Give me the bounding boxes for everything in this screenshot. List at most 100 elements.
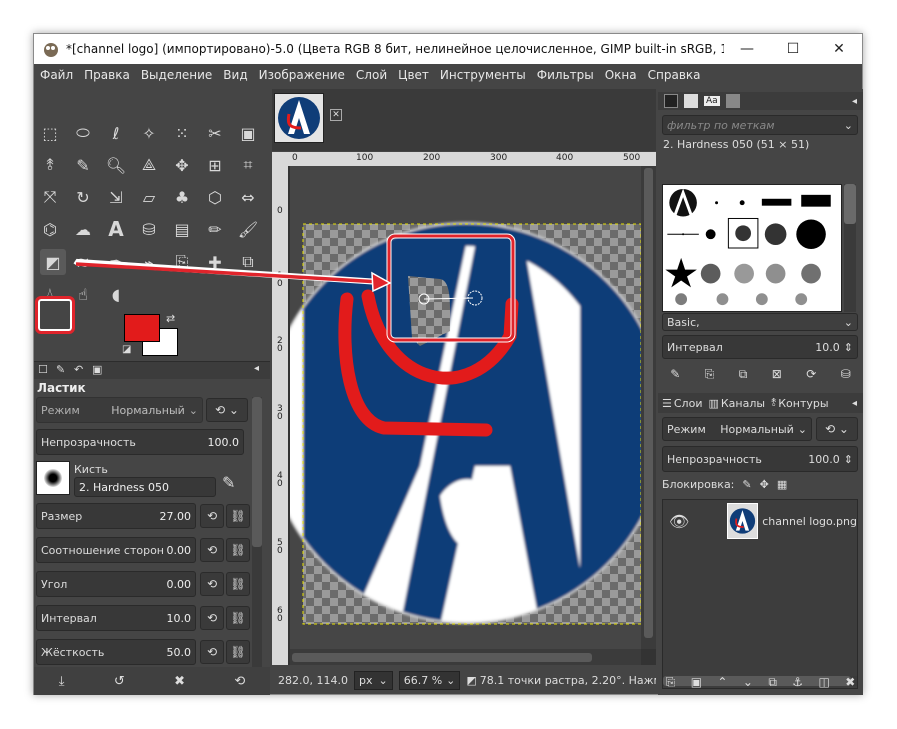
- hardness-reset-icon[interactable]: ⟲: [200, 640, 224, 664]
- aspect-reset-icon[interactable]: ⟲: [200, 538, 224, 562]
- scissors-icon[interactable]: ✂: [202, 120, 228, 146]
- horizontal-scrollbar[interactable]: [290, 649, 641, 665]
- brushes-tab-icon[interactable]: [664, 94, 678, 108]
- reset-options-icon[interactable]: ⟲: [234, 674, 245, 689]
- anchor-layer-icon[interactable]: ⚓: [792, 675, 803, 689]
- image-canvas[interactable]: [290, 166, 641, 649]
- unit-select[interactable]: px ⌄: [353, 670, 393, 690]
- image-tab-thumbnail[interactable]: [274, 93, 324, 143]
- spacing-slider[interactable]: Интервал 10.0: [36, 605, 196, 631]
- heal-icon[interactable]: ✚: [202, 249, 228, 275]
- ellipse-select-icon[interactable]: ⬭: [70, 120, 96, 146]
- duplicate-layer-icon[interactable]: ⧉: [768, 675, 777, 690]
- zoom-select[interactable]: 66.7 % ⌄: [398, 670, 461, 690]
- default-colors-icon[interactable]: ◪: [122, 344, 131, 355]
- angle-link-icon[interactable]: ⛓: [226, 572, 250, 596]
- color-picker-icon[interactable]: ✎: [70, 152, 96, 178]
- zoom-icon[interactable]: 🔍︎: [103, 152, 129, 178]
- mypaint-brush-icon[interactable]: ⌁: [136, 249, 162, 275]
- size-reset-icon[interactable]: ⟲: [200, 504, 224, 528]
- swap-colors-icon[interactable]: ⇄: [166, 312, 175, 325]
- move-icon[interactable]: ✥: [169, 152, 195, 178]
- opacity-slider[interactable]: Непрозрачность 100.0: [36, 429, 244, 455]
- brush-preset-select[interactable]: Basic, ⌄: [662, 313, 858, 331]
- layer-opacity-slider[interactable]: Непрозрачность 100.0 ⇕: [662, 446, 858, 472]
- hardness-slider[interactable]: Жёсткость 50.0: [36, 639, 196, 665]
- airbrush-icon[interactable]: ≋: [70, 249, 96, 275]
- brush-name-field[interactable]: 2. Hardness 050: [74, 477, 216, 497]
- bucket-fill-icon[interactable]: ⛁: [136, 216, 162, 242]
- tab-channels[interactable]: Каналы: [721, 397, 765, 410]
- menu-windows[interactable]: Окна: [605, 68, 637, 82]
- mode-reset-button[interactable]: ⟲ ⌄: [206, 398, 248, 422]
- menu-view[interactable]: Вид: [223, 68, 247, 82]
- menu-file[interactable]: Файл: [40, 68, 73, 82]
- layer-mask-icon[interactable]: ◫: [818, 675, 829, 689]
- layer-mode-reset-button[interactable]: ⟲ ⌄: [816, 417, 858, 441]
- layer-name[interactable]: channel logo.png: [762, 515, 857, 528]
- warp-icon[interactable]: ♣: [169, 184, 195, 210]
- edit-brush-icon[interactable]: ✎: [222, 473, 235, 492]
- dodge-burn-icon[interactable]: ◖: [103, 281, 129, 307]
- paintbrush-icon[interactable]: 🖌︎: [235, 216, 261, 242]
- eraser-icon[interactable]: ◩: [40, 249, 66, 275]
- text-tool-icon[interactable]: A: [103, 216, 129, 242]
- save-preset-icon[interactable]: ⤓: [59, 674, 65, 689]
- document-history-tab-icon[interactable]: [725, 94, 740, 108]
- dock-menu-icon[interactable]: ◂: [254, 363, 259, 374]
- color-select-icon[interactable]: ⁙: [169, 120, 195, 146]
- menu-help[interactable]: Справка: [648, 68, 701, 82]
- dock-menu-icon[interactable]: ◂: [852, 96, 857, 107]
- images-tab-icon[interactable]: ▣: [92, 363, 102, 376]
- duplicate-brush-icon[interactable]: ⧉: [739, 367, 748, 382]
- minimize-button[interactable]: —: [724, 34, 770, 64]
- hardness-link-icon[interactable]: ⛓: [226, 640, 250, 664]
- measure-icon[interactable]: ⟁: [136, 152, 162, 178]
- scale-icon[interactable]: ⇲: [103, 184, 129, 210]
- patterns-tab-icon[interactable]: [684, 94, 698, 108]
- tool-options-tab-icon[interactable]: ☐: [38, 363, 48, 376]
- tab-layers[interactable]: Слои: [674, 397, 703, 410]
- new-brush-icon[interactable]: ⎘: [705, 367, 715, 382]
- rotate-icon[interactable]: ↻: [70, 184, 96, 210]
- menu-edit[interactable]: Правка: [84, 68, 130, 82]
- delete-brush-icon[interactable]: ⊠: [772, 367, 782, 381]
- spacing-link-icon[interactable]: ⛓: [226, 606, 250, 630]
- vertical-scrollbar[interactable]: [641, 166, 656, 649]
- new-layer-icon[interactable]: ⎘: [666, 675, 676, 690]
- aspect-link-icon[interactable]: ⛓: [226, 538, 250, 562]
- menu-image[interactable]: Изображение: [259, 68, 345, 82]
- lower-layer-icon[interactable]: ⌄: [743, 675, 753, 689]
- cage-transform-icon[interactable]: ⌬: [37, 216, 63, 242]
- delete-layer-icon[interactable]: ✖: [845, 675, 855, 689]
- delete-preset-icon[interactable]: ✖: [174, 674, 185, 689]
- perspective-icon[interactable]: ⬡: [202, 184, 228, 210]
- flip-icon[interactable]: ⇔: [235, 184, 261, 210]
- close-tab-icon[interactable]: ✕: [330, 109, 342, 121]
- shear-icon[interactable]: ▱: [136, 184, 162, 210]
- lock-position-icon[interactable]: ✥: [760, 478, 769, 491]
- lock-pixels-icon[interactable]: ✎: [742, 478, 751, 491]
- undo-history-tab-icon[interactable]: ↶: [74, 363, 83, 376]
- pencil-icon[interactable]: ✏: [202, 216, 228, 242]
- fuzzy-select-icon[interactable]: ✧: [136, 120, 162, 146]
- crop-icon[interactable]: ⌗: [235, 152, 261, 178]
- tool-options-scrollbar[interactable]: [252, 397, 262, 667]
- spacing-reset-icon[interactable]: ⟲: [200, 606, 224, 630]
- dock-menu-icon[interactable]: ◂: [852, 398, 857, 409]
- aspect-ratio-slider[interactable]: Соотношение сторон 0.00: [36, 537, 196, 563]
- tab-paths[interactable]: Контуры: [778, 397, 828, 410]
- mode-select[interactable]: Режим Нормальный ⌄: [36, 397, 203, 423]
- vertical-ruler[interactable]: 0 1 0 2 0 3 0 4 0 5 0 6 0: [272, 166, 288, 665]
- layer-row[interactable]: 👁︎ channel logo.png: [663, 502, 857, 540]
- foreground-color-swatch[interactable]: [124, 314, 160, 342]
- free-select-icon[interactable]: ℓ: [103, 120, 129, 146]
- menu-layer[interactable]: Слой: [356, 68, 387, 82]
- size-link-icon[interactable]: ⛓: [226, 504, 250, 528]
- layers-tab-icon[interactable]: ☰: [662, 397, 672, 410]
- channels-tab-icon[interactable]: ▥: [708, 397, 718, 410]
- brush-spacing-slider[interactable]: Интервал 10.0 ⇕: [662, 335, 858, 359]
- close-button[interactable]: ✕: [816, 34, 862, 64]
- menu-filters[interactable]: Фильтры: [537, 68, 594, 82]
- device-status-tab-icon[interactable]: ✎: [56, 363, 65, 376]
